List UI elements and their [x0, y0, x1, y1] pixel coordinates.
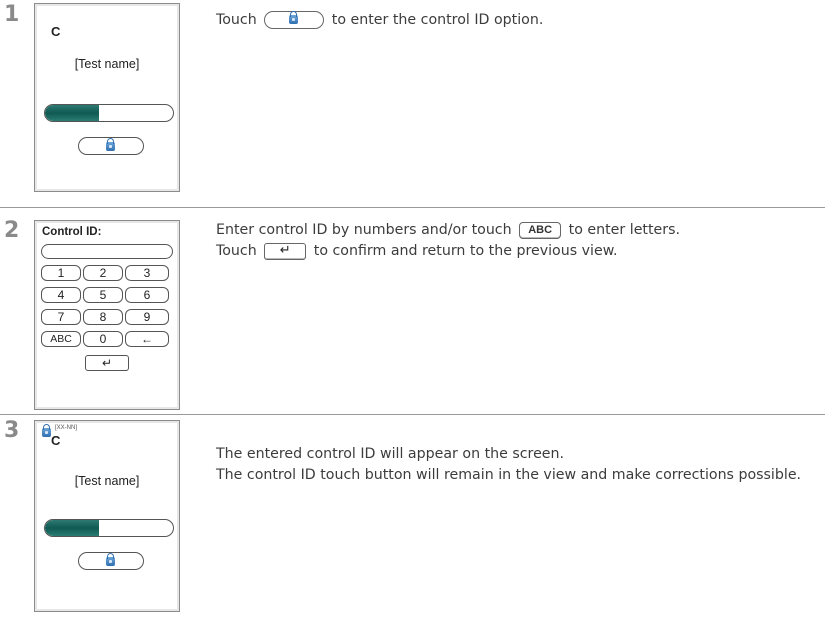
- step-2: 2 Control ID: 1 2 3 4 5 6 7 8 9 ABC 0 ← …: [0, 208, 825, 413]
- enter-arrow-icon: ↵: [264, 242, 307, 260]
- key-abc[interactable]: ABC: [41, 331, 81, 347]
- progress-fill: [45, 105, 99, 121]
- instruction-rest: to enter the control ID option.: [331, 12, 544, 28]
- device-screen: [XX-NN] C [Test name]: [34, 420, 180, 612]
- key-1[interactable]: 1: [41, 265, 81, 281]
- test-name: [Test name]: [74, 57, 140, 71]
- backspace-icon[interactable]: ←: [125, 331, 169, 347]
- step-number: 3: [4, 418, 20, 443]
- instruction-touch: Touch: [216, 243, 257, 259]
- lock-icon: [289, 11, 299, 24]
- key-8[interactable]: 8: [83, 309, 123, 325]
- key-5[interactable]: 5: [83, 287, 123, 303]
- instruction-line-2: Touch ↵ to confirm and return to the pre…: [216, 241, 680, 262]
- test-letter: C: [51, 433, 61, 448]
- key-6[interactable]: 6: [125, 287, 169, 303]
- control-id-button[interactable]: [78, 137, 144, 155]
- step-number: 1: [4, 2, 20, 27]
- progress-bar: [44, 519, 174, 537]
- lock-icon: [42, 424, 51, 437]
- instruction-letters: to enter letters.: [568, 222, 681, 238]
- instruction-touch: Touch: [216, 12, 257, 28]
- instruction-text: The entered control ID will appear on th…: [216, 444, 801, 486]
- step-1: 1 C [Test name] Touch to enter the contr…: [0, 0, 825, 205]
- control-id-label: Control ID:: [42, 226, 102, 238]
- instruction-line-1: The entered control ID will appear on th…: [216, 446, 565, 462]
- control-id-tag: [XX-NN]: [55, 425, 78, 431]
- instruction-text: Enter control ID by numbers and/or touch…: [216, 220, 680, 262]
- lock-icon: [106, 138, 115, 151]
- control-id-button[interactable]: [78, 552, 144, 570]
- lock-icon: [106, 553, 115, 566]
- progress-fill: [45, 520, 99, 536]
- device-screen: C [Test name]: [34, 3, 180, 192]
- instruction-text: Touch to enter the control ID option.: [216, 10, 543, 31]
- test-letter: C: [51, 24, 61, 39]
- key-4[interactable]: 4: [41, 287, 81, 303]
- step-3: 3 [XX-NN] C [Test name] The entered cont…: [0, 415, 825, 617]
- test-name: [Test name]: [74, 474, 140, 488]
- control-id-field[interactable]: [41, 244, 173, 259]
- key-7[interactable]: 7: [41, 309, 81, 325]
- keypad-screen: Control ID: 1 2 3 4 5 6 7 8 9 ABC 0 ← ↵: [34, 220, 180, 410]
- instruction-enter: Enter control ID by numbers and/or touch: [216, 222, 512, 238]
- abc-button-icon: ABC: [519, 221, 562, 239]
- instruction-line-2: The control ID touch button will remain …: [216, 467, 802, 483]
- progress-bar: [44, 104, 174, 122]
- enter-icon[interactable]: ↵: [85, 355, 129, 371]
- instruction-line-1: Enter control ID by numbers and/or touch…: [216, 220, 680, 241]
- key-2[interactable]: 2: [83, 265, 123, 281]
- key-9[interactable]: 9: [125, 309, 169, 325]
- step-number: 2: [4, 218, 20, 243]
- key-0[interactable]: 0: [83, 331, 123, 347]
- instruction-confirm: to confirm and return to the previous vi…: [313, 243, 618, 259]
- key-3[interactable]: 3: [125, 265, 169, 281]
- control-id-button-icon: [264, 11, 325, 29]
